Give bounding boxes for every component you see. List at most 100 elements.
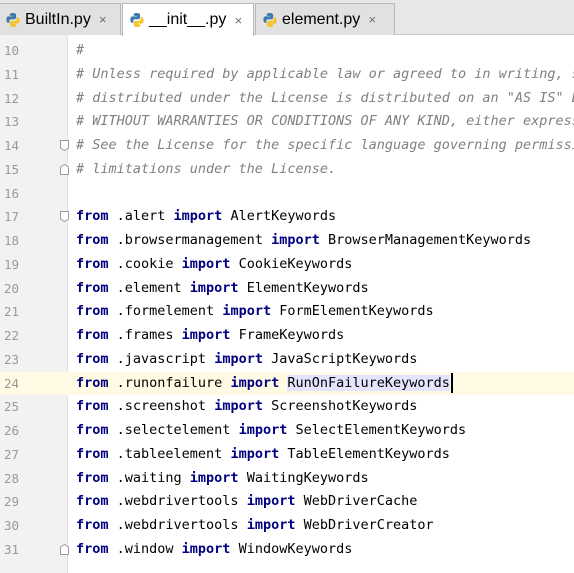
code-line[interactable]: 12 # distributed under the License is dis… (0, 87, 574, 111)
keyword-import: import (230, 445, 280, 462)
text-caret (450, 372, 453, 393)
close-icon[interactable]: × (97, 12, 109, 27)
code-text: from .waiting import WaitingKeywords (76, 467, 369, 491)
code-line[interactable]: 15 # limitations under the License. (0, 158, 574, 182)
code-line[interactable]: 22 from .frames import FrameKeywords (0, 324, 574, 348)
tab-label: element.py (282, 10, 361, 28)
code-line[interactable]: 10 # (0, 39, 574, 63)
class-name: WebDriverCache (295, 493, 418, 510)
code-line[interactable]: 19 from .cookie import CookieKeywords (0, 253, 574, 277)
keyword-from: from (76, 208, 109, 225)
code-text: from .webdrivertools import WebDriverCac… (76, 490, 417, 514)
module-name: .element (108, 279, 190, 296)
code-line[interactable]: 11 # Unless required by applicable law or… (0, 63, 574, 87)
keyword-from: from (76, 327, 109, 343)
code-editor[interactable]: 10 #11 # Unless required by applicable law… (0, 35, 574, 573)
comment-text: # See the License for the specific langu… (76, 137, 574, 153)
tab-element[interactable]: element.py × (255, 3, 395, 35)
code-line[interactable]: 23 from .javascript import JavaScriptKeyw… (0, 348, 574, 372)
comment-text: # limitations under the License. (76, 160, 337, 177)
code-text: from .webdrivertools import WebDriverCre… (76, 514, 434, 538)
code-line[interactable]: 31 from .window import WindowKeywords (0, 538, 574, 562)
line-number: 23 (4, 351, 20, 367)
close-icon[interactable]: × (366, 12, 378, 27)
fold-marker-icon[interactable] (60, 211, 69, 223)
fold-marker-icon[interactable] (60, 543, 69, 555)
module-name: .selectelement (108, 422, 239, 438)
keyword-import: import (181, 255, 231, 272)
code-text: from .alert import AlertKeywords (76, 205, 336, 229)
code-text: # limitations under the License. (76, 158, 336, 182)
code-line[interactable]: 24 from .runonfailure import RunOnFailure… (0, 371, 574, 396)
class-name: SelectElementKeywords (287, 422, 467, 438)
keyword-from: from (76, 422, 109, 438)
line-number: 18 (4, 233, 20, 248)
code-line[interactable]: 16 (0, 182, 574, 206)
code-line[interactable]: 30 from .webdrivertools import WebDriverC… (0, 514, 574, 538)
code-line[interactable]: 28 from .waiting import WaitingKeywords (0, 467, 574, 491)
editor-tab-bar: BuiltIn.py × __init__.py × element.py × (0, 0, 574, 36)
code-text: from .element import ElementKeywords (76, 277, 369, 301)
class-name: FrameKeywords (230, 327, 345, 343)
line-number: 24 (4, 375, 20, 391)
line-number: 12 (4, 90, 20, 106)
keyword-from: from (76, 255, 109, 272)
keyword-from: from (76, 374, 109, 391)
code-line[interactable]: 27 from .tableelement import TableElement… (0, 443, 574, 467)
line-number: 28 (4, 470, 20, 486)
code-line[interactable]: 21 from .formelement import FormElementKe… (0, 300, 574, 324)
code-text: # Unless required by applicable law or a… (76, 63, 574, 87)
code-text: from .window import WindowKeywords (76, 538, 352, 562)
module-name: .runonfailure (108, 374, 231, 391)
line-number: 16 (4, 185, 20, 201)
keyword-import: import (214, 350, 263, 367)
code-text: # See the License for the specific langu… (76, 134, 574, 158)
module-name: .webdrivertools (108, 493, 247, 510)
keyword-from: from (76, 445, 109, 462)
module-name: .screenshot (108, 398, 215, 415)
module-name: .webdrivertools (108, 517, 247, 533)
tab-label: BuiltIn.py (25, 10, 91, 28)
code-line[interactable]: 25 from .screenshot import ScreenshotKeyw… (0, 395, 574, 419)
code-text: from .formelement import FormElementKeyw… (76, 300, 434, 324)
selected-class-name: RunOnFailureKeywords (287, 374, 450, 391)
code-line[interactable]: 26 from .selectelement import SelectEleme… (0, 419, 574, 443)
line-number: 29 (4, 494, 20, 510)
line-number: 15 (4, 161, 20, 177)
keyword-from: from (76, 493, 109, 510)
comment-text: # distributed under the License is distr… (76, 89, 574, 106)
line-number: 17 (4, 209, 20, 225)
code-line[interactable]: 13 # WITHOUT WARRANTIES OR CONDITIONS OF … (0, 110, 574, 134)
module-name: .tableelement (108, 445, 231, 462)
comment-text: # WITHOUT WARRANTIES OR CONDITIONS OF AN… (76, 113, 574, 130)
line-number: 14 (4, 138, 20, 153)
code-line[interactable]: 29 from .webdrivertools import WebDriverC… (0, 490, 574, 514)
class-name: ElementKeywords (238, 279, 369, 296)
keyword-from: from (76, 517, 109, 533)
code-line[interactable]: 18 from .browsermanagement import Browser… (0, 229, 574, 253)
fold-marker-icon[interactable] (60, 163, 69, 175)
class-name: FormElementKeywords (271, 303, 434, 320)
line-number: 21 (4, 304, 20, 320)
keyword-from: from (76, 232, 109, 248)
code-line[interactable]: 20 from .element import ElementKeywords (0, 277, 574, 301)
class-name: ScreenshotKeywords (262, 398, 418, 415)
code-text: from .screenshot import ScreenshotKeywor… (76, 395, 417, 419)
code-text: from .cookie import CookieKeywords (76, 253, 352, 277)
module-name: .browsermanagement (108, 232, 272, 248)
close-icon[interactable]: × (232, 13, 244, 28)
tab-init[interactable]: __init__.py × (122, 3, 254, 36)
tab-label: __init__.py (149, 11, 227, 28)
code-line[interactable]: 14 # See the License for the specific lan… (0, 134, 574, 158)
tab-builtin[interactable]: BuiltIn.py × (0, 3, 121, 35)
keyword-import: import (181, 327, 231, 343)
keyword-import: import (238, 422, 288, 438)
code-line[interactable]: 17 from .alert import AlertKeywords (0, 205, 574, 229)
code-text: # WITHOUT WARRANTIES OR CONDITIONS OF AN… (76, 110, 574, 134)
fold-marker-icon[interactable] (60, 140, 69, 151)
line-number: 31 (4, 541, 20, 557)
python-file-icon (130, 13, 144, 27)
code-text: # distributed under the License is distr… (76, 87, 574, 111)
comment-text: # Unless required by applicable law or a… (76, 65, 574, 82)
line-number: 27 (4, 446, 20, 462)
